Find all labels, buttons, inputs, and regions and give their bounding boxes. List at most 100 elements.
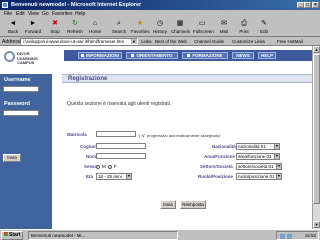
menu-view[interactable]: View (28, 11, 39, 17)
ruolo-select[interactable]: ruolo/posizione 01 ▼ (236, 173, 282, 180)
taskbar: Start Benvenuti newmodel - Mi... 16:52 (0, 229, 320, 240)
network-icon[interactable] (280, 234, 285, 239)
menu-help[interactable]: Help (75, 11, 85, 17)
nav-label: HELP (260, 53, 273, 58)
matricola-field[interactable] (96, 131, 136, 137)
toolbar-label: Print (239, 29, 249, 34)
search-button[interactable]: ⌕ Search (110, 19, 128, 36)
address-input[interactable]: i:\sviluppo\ui-www.dove-ut-owr.it/html/f… (20, 38, 138, 45)
nav-news[interactable]: NEWS (232, 52, 254, 59)
minimize-button[interactable]: _ (297, 2, 304, 8)
reset-button[interactable]: Reimposta (180, 200, 206, 209)
area-select[interactable]: area/funzione 01 ▼ (236, 153, 280, 160)
menu-favorites[interactable]: Favorites (52, 11, 73, 17)
scroll-thumb[interactable] (313, 54, 320, 204)
nav-label: FORMAZIONE (192, 53, 223, 58)
print-button[interactable]: ⎙ Print (235, 19, 253, 36)
edit-button[interactable]: ✎ Edit (255, 19, 273, 36)
submit-button[interactable]: Invia (160, 200, 176, 209)
volume-icon[interactable] (287, 234, 292, 239)
back-arrow-icon: ◄ (9, 20, 17, 27)
bullet-icon (187, 54, 191, 57)
menu-edit[interactable]: Edit (16, 11, 25, 17)
chevron-down-icon: ▼ (276, 174, 281, 179)
channels-icon: ▦ (176, 20, 184, 27)
taskbar-item-browser[interactable]: Benvenuti newmodel - Mi... (28, 231, 178, 240)
favorites-button[interactable]: ★ Favorites (131, 19, 150, 36)
login-submit-button[interactable]: Invia (3, 154, 21, 162)
toolbar-label: Channels (171, 29, 191, 34)
area-label: Area/Funzione (204, 154, 236, 159)
vertical-scrollbar[interactable]: ▲ ▼ (312, 46, 320, 229)
toolbar-label: Mail (219, 29, 229, 34)
close-button[interactable]: × (312, 2, 319, 8)
sesso-f-label: F (114, 164, 117, 169)
logo-mark-icon (4, 51, 15, 62)
password-label: Password (4, 101, 30, 107)
clock: 16:52 (304, 233, 316, 238)
menu-go[interactable]: Go (42, 11, 49, 17)
sesso-m-label: M (102, 164, 106, 169)
channels-button[interactable]: ▦ Channels (171, 19, 191, 36)
window-title: Benvenuti newmodel - Microsoft Internet … (11, 2, 142, 8)
back-button[interactable]: ◄ Back (4, 19, 22, 36)
ruolo-label: Ruolo/Posizione (198, 174, 234, 179)
scroll-down-icon[interactable]: ▼ (313, 221, 320, 228)
chevron-down-icon[interactable]: ▼ (131, 39, 137, 44)
stop-button[interactable]: ✖ Stop (46, 19, 64, 36)
eta-select[interactable]: 18 - 25 anni ▼ (96, 173, 132, 180)
page-title-bar: Registrazione (62, 74, 312, 83)
link-best-of-web[interactable]: Best of the Web (155, 39, 187, 44)
nav-orientamento[interactable]: ORIENTAMENTO (126, 52, 178, 59)
mail-button[interactable]: ✉ Mail (215, 19, 233, 36)
nav-informazioni[interactable]: INFORMAZIONI (78, 52, 122, 59)
area-value: area/funzione 01 (238, 154, 272, 159)
settore-select[interactable]: settore/società 01 ▼ (236, 163, 282, 170)
fullscreen-icon: ▭ (198, 20, 206, 27)
toolbar-label: Back (7, 29, 18, 34)
link-channel-guide[interactable]: Channel Guide (194, 39, 224, 44)
ruolo-value: ruolo/posizione 01 (238, 174, 275, 179)
toolbar-label: History (152, 29, 167, 34)
forward-button[interactable]: ► Forward (24, 19, 42, 36)
site-logo[interactable]: DIVOR LEARNING CAMPUS (4, 48, 56, 74)
chevron-down-icon: ▼ (276, 164, 281, 169)
maximize-button[interactable]: □ (304, 2, 311, 8)
start-button[interactable]: Start (1, 231, 23, 240)
link-customize-links[interactable]: Customize Links (232, 39, 265, 44)
print-icon: ⎙ (241, 20, 247, 27)
link-free-hotmail[interactable]: Free HotMail (277, 39, 303, 44)
page-viewport: DIVOR LEARNING CAMPUS INFORMAZIONI ORIEN… (0, 46, 320, 229)
nav-formazione[interactable]: FORMAZIONE (182, 52, 228, 59)
bullet-icon (131, 54, 135, 57)
sesso-m-radio[interactable] (96, 165, 100, 169)
cognome-field[interactable] (96, 143, 146, 149)
start-label: Start (9, 232, 21, 238)
nazionalita-value: nazionalità 01 (238, 144, 266, 149)
password-input[interactable] (3, 110, 39, 116)
system-tray: 16:52 (276, 231, 319, 240)
nav-label: NEWS (236, 53, 250, 58)
mail-icon: ✉ (221, 20, 227, 27)
nav-help[interactable]: HELP (258, 52, 276, 59)
username-label: Username (4, 77, 31, 83)
fullscreen-button[interactable]: ▭ Fullscreen (193, 19, 214, 36)
scroll-up-icon[interactable]: ▲ (313, 46, 320, 53)
history-button[interactable]: ◷ History (151, 19, 169, 36)
nome-field[interactable] (96, 153, 146, 159)
chevron-down-icon: ▼ (126, 174, 131, 179)
matricola-label: Matricola (67, 132, 87, 137)
title-bar: Benvenuti newmodel - Microsoft Internet … (0, 0, 320, 10)
menu-file[interactable]: File (4, 11, 12, 17)
sesso-f-radio[interactable] (108, 165, 112, 169)
chevron-down-icon: ▼ (274, 154, 279, 159)
username-input[interactable] (3, 86, 39, 92)
address-label: Address (2, 39, 21, 45)
home-button[interactable]: ⌂ Home (86, 19, 104, 36)
windows-flag-icon (4, 232, 8, 236)
nazionalita-select[interactable]: nazionalità 01 ▼ (236, 143, 280, 150)
refresh-button[interactable]: ↻ Refresh (66, 19, 84, 36)
toolbar-label: Home (88, 29, 101, 34)
edit-icon: ✎ (261, 20, 267, 27)
bullet-icon (81, 54, 84, 57)
